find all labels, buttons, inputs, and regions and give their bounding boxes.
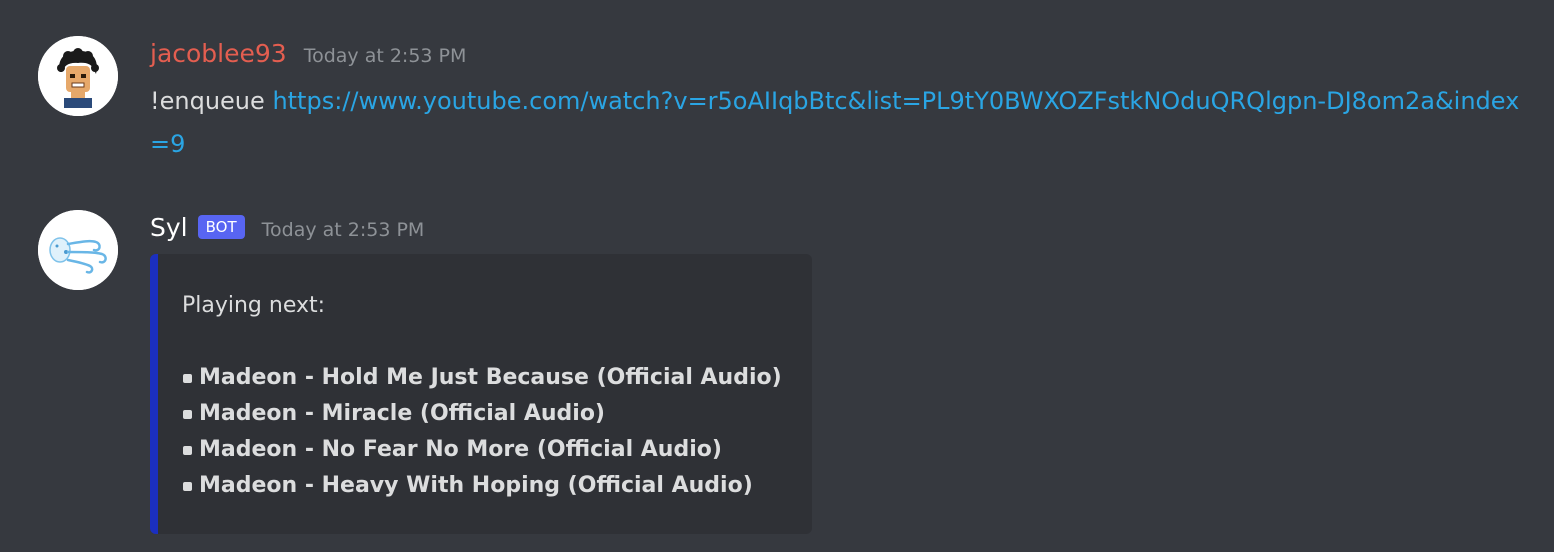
queue-track: Madeon - Heavy With Hoping (Official Aud… [182, 468, 788, 504]
username[interactable]: jacoblee93 [150, 37, 287, 71]
bot-avatar[interactable] [38, 210, 118, 290]
cartoon-person-avatar-icon [38, 36, 118, 116]
track-title: Madeon - No Fear No More (Official Audio… [199, 437, 722, 462]
user-avatar[interactable] [38, 36, 118, 116]
bot-badge: BOT [197, 215, 245, 239]
track-title: Madeon - Miracle (Official Audio) [199, 401, 605, 426]
command-text: !enqueue [150, 87, 265, 115]
timestamp[interactable]: Today at 2:53 PM [262, 219, 425, 241]
queue-track: Madeon - Miracle (Official Audio) [182, 396, 788, 432]
bullet-icon [183, 373, 192, 383]
message-jacoblee93: jacoblee93 Today at 2:53 PM !enqueue htt… [0, 0, 1554, 180]
queue-track: Madeon - Hold Me Just Because (Official … [182, 360, 788, 396]
queue-track: Madeon - No Fear No More (Official Audio… [182, 432, 788, 468]
track-title: Madeon - Hold Me Just Because (Official … [199, 365, 782, 390]
message-header: jacoblee93 Today at 2:53 PM [150, 37, 466, 71]
queue-embed: Playing next: Madeon - Hold Me Just Beca… [150, 254, 812, 534]
message-syl: Syl BOT Today at 2:53 PM Playing next: M… [0, 185, 1554, 552]
bullet-icon [183, 409, 192, 419]
bullet-icon [183, 481, 192, 491]
youtube-link[interactable]: https://www.youtube.com/watch?v=r5oAIIqb… [150, 87, 1519, 158]
track-title: Madeon - Heavy With Hoping (Official Aud… [199, 473, 753, 498]
bullet-icon [183, 445, 192, 455]
message-header: Syl BOT Today at 2:53 PM [150, 211, 424, 245]
embed-title: Playing next: [182, 293, 326, 318]
username[interactable]: Syl [150, 211, 188, 245]
timestamp[interactable]: Today at 2:53 PM [304, 45, 467, 67]
wind-face-avatar-icon [38, 210, 118, 290]
message-content: !enqueue https://www.youtube.com/watch?v… [150, 80, 1520, 166]
